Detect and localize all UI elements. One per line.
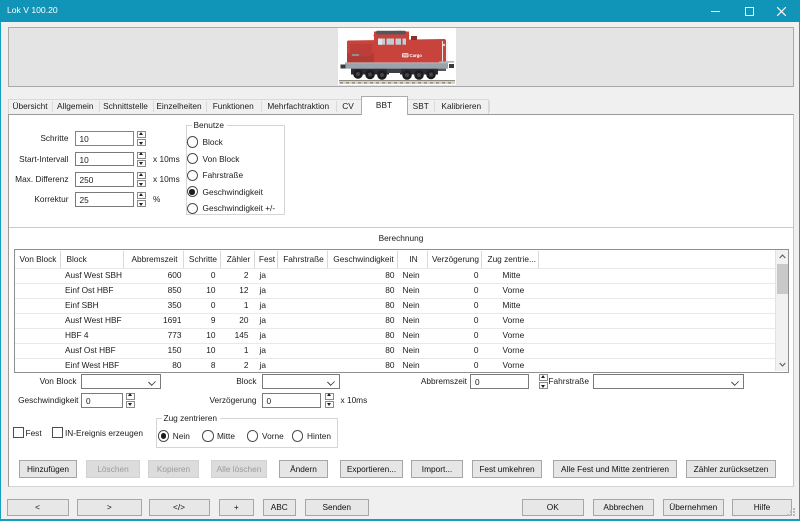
svg-text:DB: DB	[403, 54, 409, 58]
svg-text:Cargo: Cargo	[410, 53, 423, 58]
